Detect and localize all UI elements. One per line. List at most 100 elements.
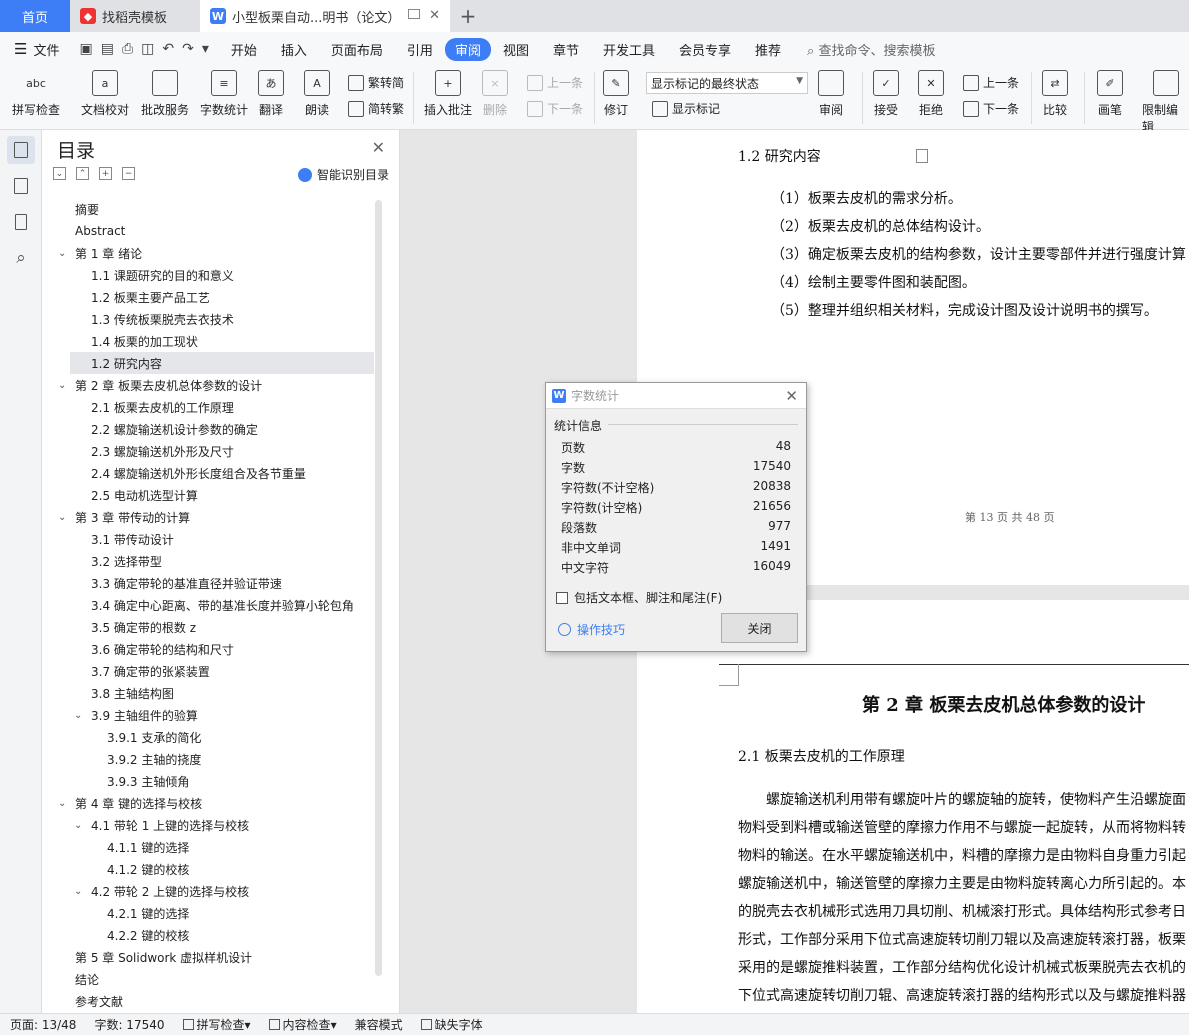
menu-layout[interactable]: 页面布局	[319, 40, 395, 59]
reject-button[interactable]: ✕ 拒绝	[918, 70, 944, 118]
toc-item[interactable]: ⌄ 第 2 章 板栗去皮机总体参数的设计	[58, 374, 374, 396]
export-icon[interactable]: ▤	[101, 41, 114, 57]
toc-item[interactable]: 2.3 螺旋输送机外形及尺寸	[70, 440, 374, 462]
toc-item[interactable]: 1.2 板栗主要产品工艺	[70, 286, 374, 308]
chevron-down-icon[interactable]: ⌄	[58, 512, 66, 523]
chevron-down-icon[interactable]: ⌄	[74, 886, 82, 897]
close-icon[interactable]: ✕	[429, 8, 440, 23]
toc-item[interactable]: 3.2 选择带型	[70, 550, 374, 572]
save-icon[interactable]: ▣	[79, 41, 92, 57]
toc-item[interactable]: 3.8 主轴结构图	[70, 682, 374, 704]
next-change-button[interactable]: 下一条	[963, 100, 1019, 117]
markup-state-select[interactable]: 显示标记的最终状态 ▼	[646, 72, 808, 94]
toc-item[interactable]: 第 5 章 Solidwork 虚拟样机设计	[70, 946, 374, 968]
content-check-status[interactable]: 内容检查 ▾	[259, 1016, 345, 1033]
expand-up-icon[interactable]: ⌃	[76, 167, 89, 180]
toc-item[interactable]: 参考文献	[70, 990, 374, 1012]
compare-button[interactable]: ⇄ 比较	[1042, 70, 1068, 118]
review-pane-button[interactable]: 审阅	[818, 70, 844, 118]
page-indicator[interactable]: 页面: 13/48	[0, 1016, 84, 1033]
toc-item[interactable]: 2.5 电动机选型计算	[70, 484, 374, 506]
window-icon[interactable]	[408, 9, 420, 19]
menu-view[interactable]: 视图	[491, 40, 541, 59]
simp-to-trad-button[interactable]: 简转繁	[348, 100, 404, 117]
tab-template[interactable]: ◆ 找稻壳模板	[70, 0, 200, 32]
show-markup-button[interactable]: 显示标记	[652, 100, 720, 117]
pen-button[interactable]: ✐ 画笔	[1097, 70, 1123, 118]
toc-item[interactable]: 3.5 确定带的根数 z	[70, 616, 374, 638]
chevron-down-icon[interactable]: ⌄	[58, 798, 66, 809]
read-aloud-button[interactable]: A 朗读	[304, 70, 330, 118]
proofread-button[interactable]: a 文档校对	[81, 70, 129, 118]
spellcheck-status[interactable]: 拼写检查 ▾	[173, 1016, 259, 1033]
toc-item[interactable]: 1.3 传统板栗脱壳去衣技术	[70, 308, 374, 330]
toc-item[interactable]: ⌄ 第 1 章 绪论	[58, 242, 374, 264]
prev-change-button[interactable]: 上一条	[963, 74, 1019, 91]
toc-item[interactable]: 3.4 确定中心距离、带的基准长度并验算小轮包角	[70, 594, 374, 616]
include-textbox-checkbox[interactable]: 包括文本框、脚注和尾注(F)	[556, 589, 722, 606]
preview-icon[interactable]: ◫	[141, 41, 154, 57]
toc-item[interactable]: 结论	[70, 968, 374, 990]
dialog-titlebar[interactable]: W 字数统计 ✕	[546, 383, 806, 409]
toc-scrollbar[interactable]	[375, 200, 382, 976]
track-changes-button[interactable]: ✎ 修订	[603, 70, 629, 118]
toc-item[interactable]: 3.1 带传动设计	[70, 528, 374, 550]
toc-item[interactable]: 1.4 板栗的加工现状	[70, 330, 374, 352]
menu-developer[interactable]: 开发工具	[591, 40, 667, 59]
spellcheck-button[interactable]: abc 拼写检查	[12, 70, 60, 118]
tab-document[interactable]: W 小型板栗自动...明书（论文） ✕	[200, 0, 450, 32]
toc-item[interactable]: 4.1.2 键的校核	[70, 858, 374, 880]
chapter-nav-button[interactable]	[7, 172, 35, 200]
print-icon[interactable]: ⎙	[122, 41, 133, 57]
close-icon[interactable]: ✕	[372, 138, 385, 157]
toc-item[interactable]: 4.1.1 键的选择	[70, 836, 374, 858]
chevron-down-icon[interactable]: ⌄	[58, 380, 66, 391]
toc-item[interactable]: 3.9.2 主轴的挠度	[70, 748, 374, 770]
toc-item[interactable]: 4.2.2 键的校核	[70, 924, 374, 946]
toc-item[interactable]: Abstract	[70, 220, 374, 242]
toc-item[interactable]: 1.1 课题研究的目的和意义	[70, 264, 374, 286]
missing-font-status[interactable]: 缺失字体	[411, 1016, 491, 1033]
toc-item[interactable]: 3.9.1 支承的简化	[70, 726, 374, 748]
trad-to-simp-button[interactable]: 繁转简	[348, 74, 404, 91]
insert-comment-button[interactable]: + 插入批注	[424, 70, 472, 118]
expand-icon[interactable]: +	[99, 167, 112, 180]
menu-start[interactable]: 开始	[219, 40, 269, 59]
redo-icon[interactable]: ↷	[182, 41, 194, 57]
doc-icon[interactable]	[916, 149, 928, 163]
collapse-all-icon[interactable]: ⌄	[53, 167, 66, 180]
file-menu[interactable]: ☰ 文件	[0, 40, 69, 59]
delete-comment-button[interactable]: × 删除	[482, 70, 508, 118]
toc-item[interactable]: ⌄ 4.2 带轮 2 上键的选择与校核	[70, 880, 374, 902]
next-comment-button[interactable]: 下一条	[527, 100, 583, 117]
menu-recommend[interactable]: 推荐	[743, 40, 793, 59]
smart-toc-button[interactable]: 智能识别目录	[297, 166, 389, 183]
chevron-down-icon[interactable]: ⌄	[74, 710, 82, 721]
toc-item[interactable]: ⌄ 3.9 主轴组件的验算	[70, 704, 374, 726]
accept-button[interactable]: ✓ 接受	[873, 70, 899, 118]
toc-item[interactable]: 1.2 研究内容	[70, 352, 374, 374]
menu-member[interactable]: 会员专享	[667, 40, 743, 59]
toc-item[interactable]: ⌄ 4.1 带轮 1 上键的选择与校核	[70, 814, 374, 836]
toc-item[interactable]: 2.2 螺旋输送机设计参数的确定	[70, 418, 374, 440]
more-icon[interactable]: ▾	[202, 41, 209, 57]
toc-item[interactable]: 2.4 螺旋输送机外形长度组合及各节重量	[70, 462, 374, 484]
toc-item[interactable]: 4.2.1 键的选择	[70, 902, 374, 924]
batch-service-button[interactable]: 批改服务	[141, 70, 189, 118]
tips-link[interactable]: 操作技巧	[558, 621, 625, 638]
translate-button[interactable]: あ 翻译	[258, 70, 284, 118]
chevron-down-icon[interactable]: ⌄	[58, 248, 66, 259]
close-icon[interactable]: ✕	[785, 387, 798, 405]
undo-icon[interactable]: ↶	[162, 41, 174, 57]
toc-item[interactable]: 3.6 确定带轮的结构和尺寸	[70, 638, 374, 660]
menu-review[interactable]: 审阅	[444, 37, 491, 61]
toc-item[interactable]: ⌄ 第 3 章 带传动的计算	[58, 506, 374, 528]
toc-item[interactable]: 3.9.3 主轴倾角	[70, 770, 374, 792]
toc-item[interactable]: 3.7 确定带的张紧装置	[70, 660, 374, 682]
bookmark-nav-button[interactable]	[7, 208, 35, 236]
menu-insert[interactable]: 插入	[269, 40, 319, 59]
toc-item[interactable]: 摘要	[70, 198, 374, 220]
menu-reference[interactable]: 引用	[395, 40, 445, 59]
restrict-edit-button[interactable]: 限制编辑	[1142, 70, 1189, 135]
toc-item[interactable]: 3.3 确定带轮的基准直径并验证带速	[70, 572, 374, 594]
